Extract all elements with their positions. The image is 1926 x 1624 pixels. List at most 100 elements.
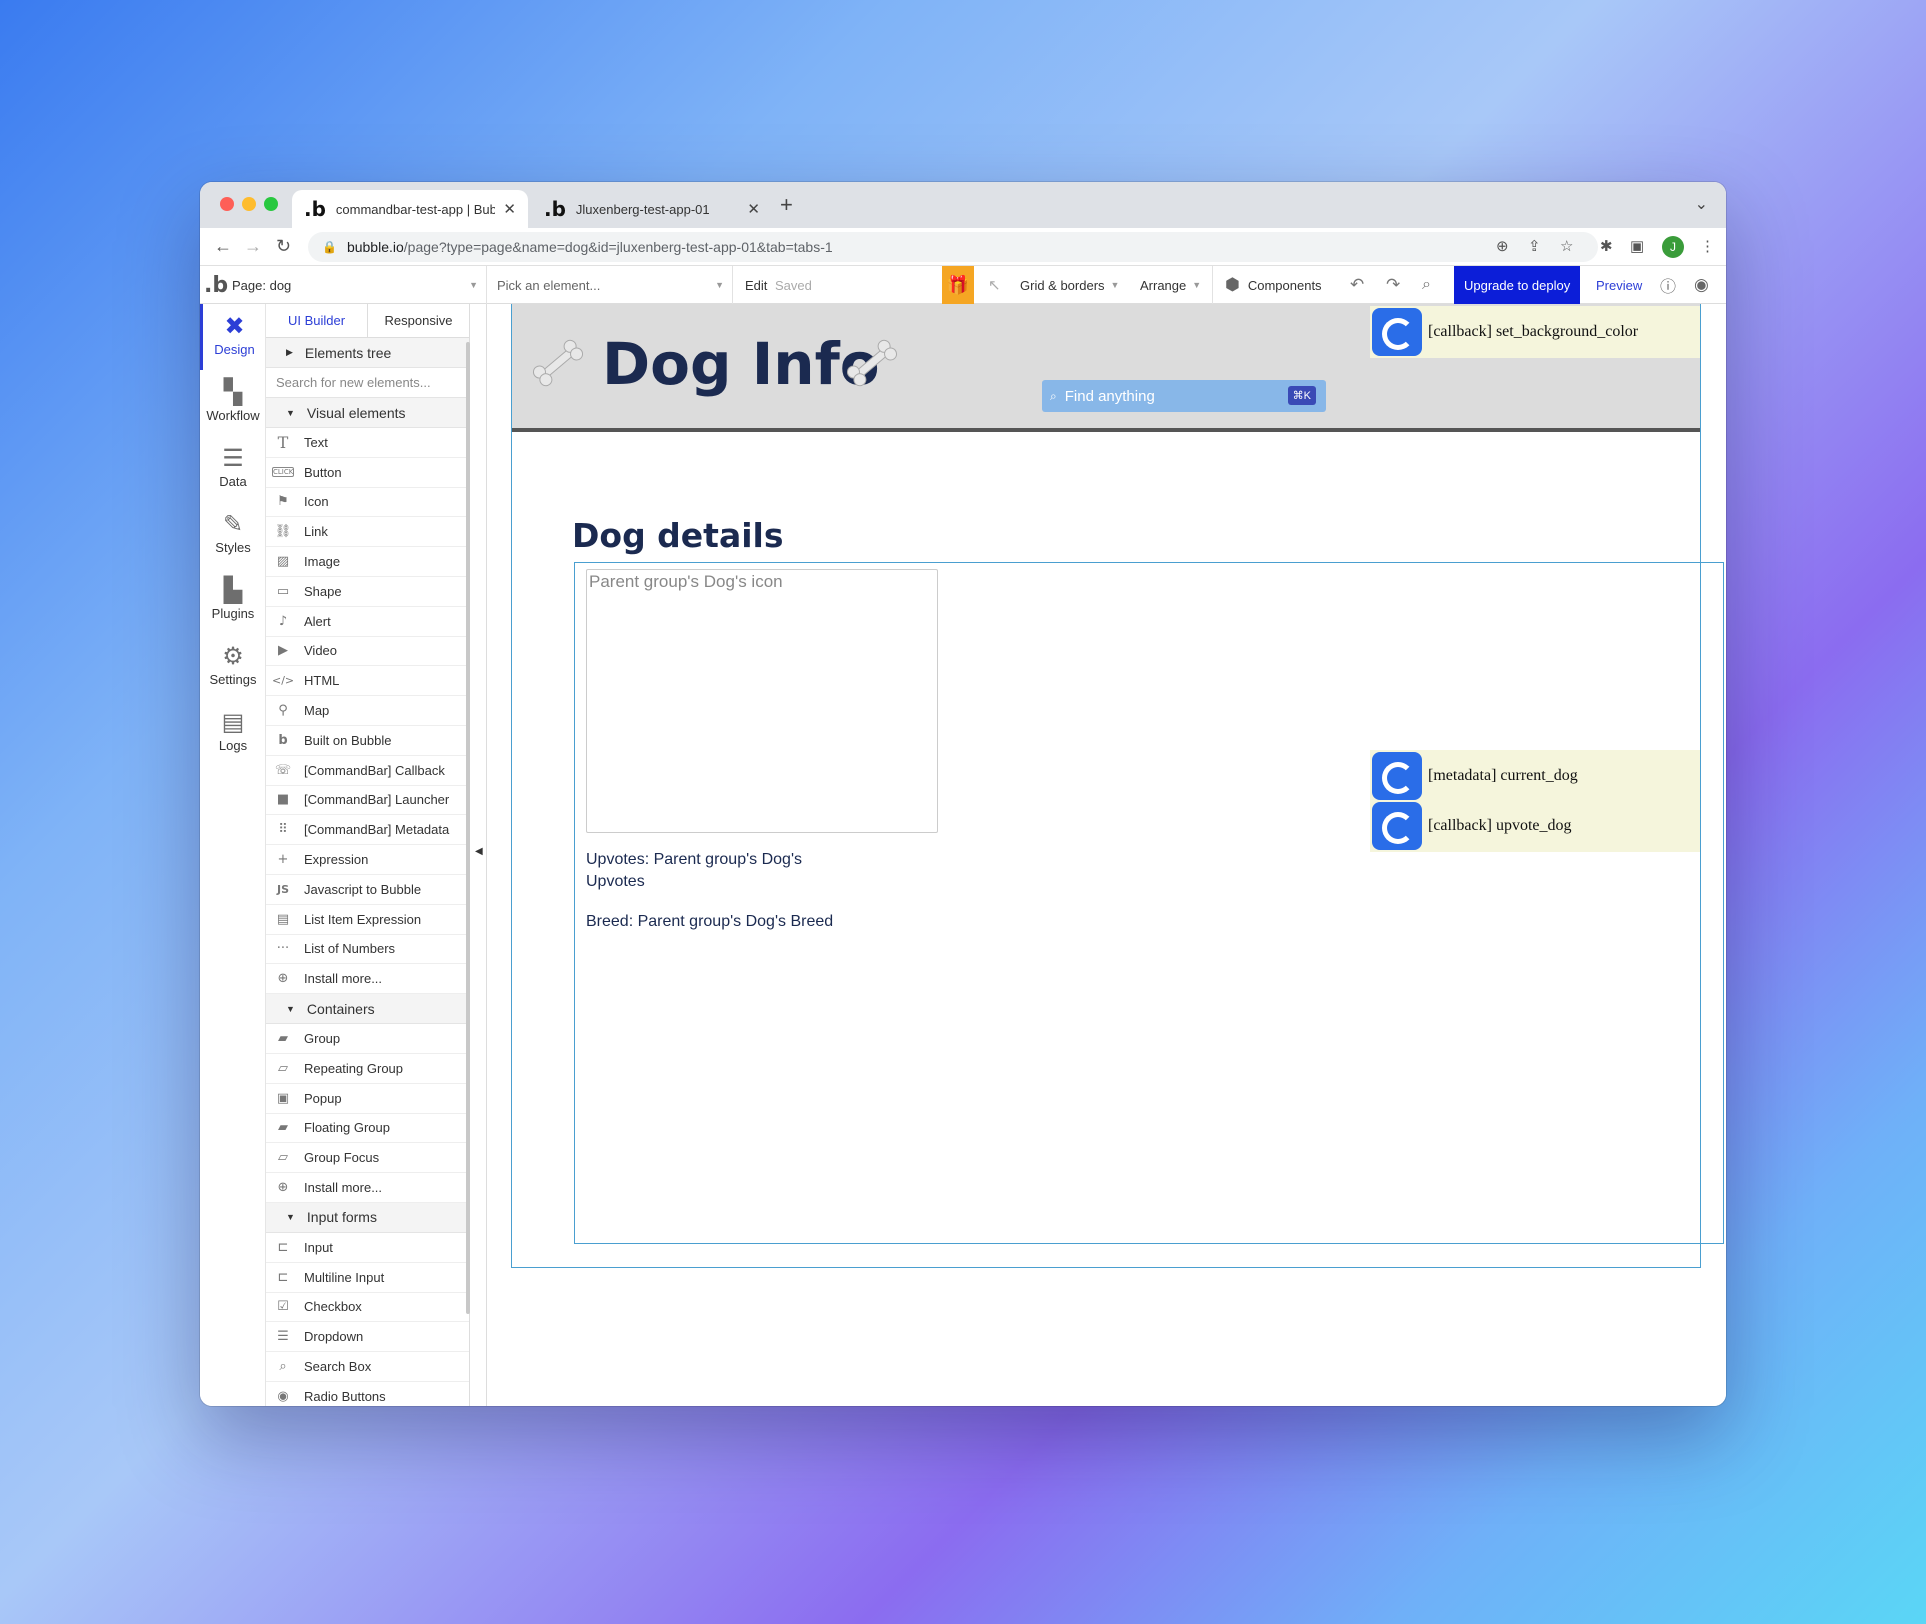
back-icon[interactable]: ← (214, 236, 232, 257)
palette-scrollbar[interactable] (466, 342, 470, 1314)
reload-icon[interactable]: ↻ (276, 236, 291, 257)
rail-workflow[interactable]: ▚ Workflow (200, 370, 266, 436)
palette-item-floating-group[interactable]: ▰ Floating Group (266, 1114, 469, 1144)
palette-item-radio-buttons[interactable]: ◉ Radio Buttons (266, 1382, 469, 1406)
callback-set-background-color[interactable]: [callback] set_background_color (1370, 306, 1700, 358)
elements-tree-toggle[interactable]: ▶ Elements tree (266, 338, 469, 368)
rail-plugins[interactable]: ▙ Plugins (200, 568, 266, 634)
palette-item-popup[interactable]: ▣ Popup (266, 1084, 469, 1114)
palette-item-expression[interactable]: + Expression (266, 845, 469, 875)
palette-item-list-of-numbers[interactable]: ··· List of Numbers (266, 935, 469, 965)
account-icon[interactable]: ◉ (1694, 266, 1709, 304)
visual-elements-header[interactable]: ▼ Visual elements (266, 398, 469, 428)
palette-item-link[interactable]: ⛓ Link (266, 517, 469, 548)
dog-group[interactable]: Parent group's Dog's icon Upvotes: Paren… (574, 562, 1724, 1244)
rail-styles[interactable]: ✎ Styles (200, 502, 266, 568)
tab-jluxenberg[interactable]: .b Jluxenberg-test-app-01 ✕ (532, 190, 772, 228)
zoom-icon[interactable]: ⊕ (1496, 237, 1509, 255)
upgrade-to-deploy-button[interactable]: Upgrade to deploy (1454, 266, 1581, 304)
element-search-input[interactable]: Search for new elements... (266, 368, 469, 398)
new-tab-icon[interactable]: + (780, 192, 793, 218)
palette-item-search-box[interactable]: ⌕ Search Box (266, 1352, 469, 1382)
palette-item-group-focus[interactable]: ▱ Group Focus (266, 1143, 469, 1174)
tab-responsive[interactable]: Responsive (368, 304, 469, 337)
page-selector[interactable]: Page: dog ▼ (230, 266, 486, 304)
extensions-icon[interactable]: ✱ (1600, 237, 1613, 255)
profile-avatar[interactable]: J (1662, 236, 1684, 258)
palette-item-list-item-expression[interactable]: ▤ List Item Expression (266, 905, 469, 935)
forward-icon[interactable]: → (244, 236, 262, 257)
palette-item-icon[interactable]: ⚑ Icon (266, 488, 469, 518)
bookmark-star-icon[interactable]: ☆ (1560, 237, 1573, 255)
upvotes-text[interactable]: Upvotes: Parent group's Dog's Upvotes (586, 849, 846, 893)
palette-item-map[interactable]: ⚲ Map (266, 696, 469, 726)
input-forms-header[interactable]: ▼ Input forms (266, 1202, 469, 1233)
preview-button[interactable]: Preview (1596, 266, 1642, 304)
palette-item-image[interactable]: ▨ Image (266, 547, 469, 577)
help-icon[interactable]: ⓘ (1660, 266, 1676, 304)
palette-item-install-more-containers[interactable]: ⊕ Install more... (266, 1173, 469, 1203)
url-input[interactable]: 🔒 bubble.io/page?type=page&name=dog&id=j… (308, 232, 1598, 262)
palette-item-group[interactable]: ▰ Group (266, 1024, 469, 1054)
tab-ui-builder[interactable]: UI Builder (266, 304, 368, 337)
select-cursor-icon[interactable]: ↖ (988, 266, 1001, 304)
input-icon: ⊏ (277, 1239, 289, 1255)
palette-item-javascript-to-bubble[interactable]: JS Javascript to Bubble (266, 875, 469, 905)
maximize-window-button[interactable] (264, 197, 278, 211)
header-group[interactable]: Dog Info ⌕ Find anything ⌘K [callback] s… (512, 304, 1700, 432)
close-window-button[interactable] (220, 197, 234, 211)
palette-item-text[interactable]: T Text (266, 428, 469, 458)
palette-item-html[interactable]: </> HTML (266, 666, 469, 697)
page-frame[interactable]: Dog Info ⌕ Find anything ⌘K [callback] s… (511, 304, 1724, 1268)
page-title[interactable]: Dog Info (602, 330, 880, 398)
item-label: Image (304, 554, 341, 570)
rail-design[interactable]: ✖ Design (200, 304, 266, 370)
palette-item-commandbar-metadata[interactable]: ⠿ [CommandBar] Metadata (266, 815, 469, 846)
breed-text[interactable]: Breed: Parent group's Dog's Breed (586, 913, 833, 931)
commandbar-launcher[interactable]: ⌕ Find anything ⌘K (1042, 380, 1326, 412)
arrange-label: Arrange (1140, 277, 1187, 293)
share-icon[interactable]: ⇪ (1528, 237, 1541, 255)
palette-item-install-more-visual[interactable]: ⊕ Install more... (266, 964, 469, 995)
rail-settings[interactable]: ⚙ Settings (200, 634, 266, 700)
dog-icon-image[interactable]: Parent group's Dog's icon (586, 569, 938, 833)
palette-item-dropdown[interactable]: ☰ Dropdown (266, 1322, 469, 1353)
components-button[interactable]: ⬢ Components (1212, 266, 1322, 304)
minimize-window-button[interactable] (242, 197, 256, 211)
close-tab-icon[interactable]: ✕ (747, 200, 760, 218)
sidepanel-icon[interactable]: ▣ (1630, 237, 1644, 255)
dropdown-icon: ☰ (277, 1329, 289, 1345)
tab-title: commandbar-test-app | Bubble (335, 201, 496, 217)
redo-icon[interactable]: ↷ (1386, 266, 1400, 304)
dog-details-heading[interactable]: Dog details (572, 516, 784, 555)
editor-canvas[interactable]: Dog Info ⌕ Find anything ⌘K [callback] s… (486, 304, 1726, 1406)
palette-item-shape[interactable]: ▭ Shape (266, 577, 469, 607)
bubble-logo-icon[interactable]: .b (204, 266, 228, 304)
palette-item-repeating-group[interactable]: ▱ Repeating Group (266, 1054, 469, 1084)
grid-borders-menu[interactable]: Grid & borders ▼ (1020, 266, 1119, 304)
palette-item-alert[interactable]: ♪ Alert (266, 607, 469, 637)
palette-item-commandbar-callback[interactable]: ☏ [CommandBar] Callback (266, 756, 469, 786)
palette-item-multiline-input[interactable]: ⊏ Multiline Input (266, 1263, 469, 1293)
palette-item-video[interactable]: ▶ Video (266, 637, 469, 667)
palette-item-input[interactable]: ⊏ Input (266, 1233, 469, 1263)
element-picker[interactable]: Pick an element... ▼ (486, 266, 732, 304)
collapse-panel-icon[interactable]: ◀ (475, 846, 483, 857)
palette-item-commandbar-launcher[interactable]: ■ [CommandBar] Launcher (266, 786, 469, 816)
edit-menu[interactable]: Edit (732, 266, 772, 304)
rail-logs[interactable]: ▤ Logs (200, 700, 266, 766)
containers-header[interactable]: ▼ Containers (266, 994, 469, 1025)
search-icon[interactable]: ⌕ (1422, 266, 1431, 304)
browser-menu-icon[interactable]: ⋮ (1700, 237, 1715, 255)
undo-icon[interactable]: ↶ (1350, 266, 1364, 304)
close-tab-icon[interactable]: ✕ (503, 200, 516, 218)
rail-data[interactable]: ☰ Data (200, 436, 266, 502)
gift-icon[interactable]: 🎁 (942, 266, 974, 304)
arrange-menu[interactable]: Arrange ▼ (1140, 266, 1201, 304)
tab-commandbar-test-app[interactable]: .b commandbar-test-app | Bubble ✕ (292, 190, 528, 228)
palette-item-built-on-bubble[interactable]: b Built on Bubble (266, 726, 469, 756)
palette-item-button[interactable]: CLICK Button (266, 458, 469, 488)
tab-search-chevron-icon[interactable]: ⌄ (1695, 194, 1708, 214)
palette-item-checkbox[interactable]: ☑ Checkbox (266, 1293, 469, 1323)
item-label: Search Box (304, 1359, 372, 1374)
